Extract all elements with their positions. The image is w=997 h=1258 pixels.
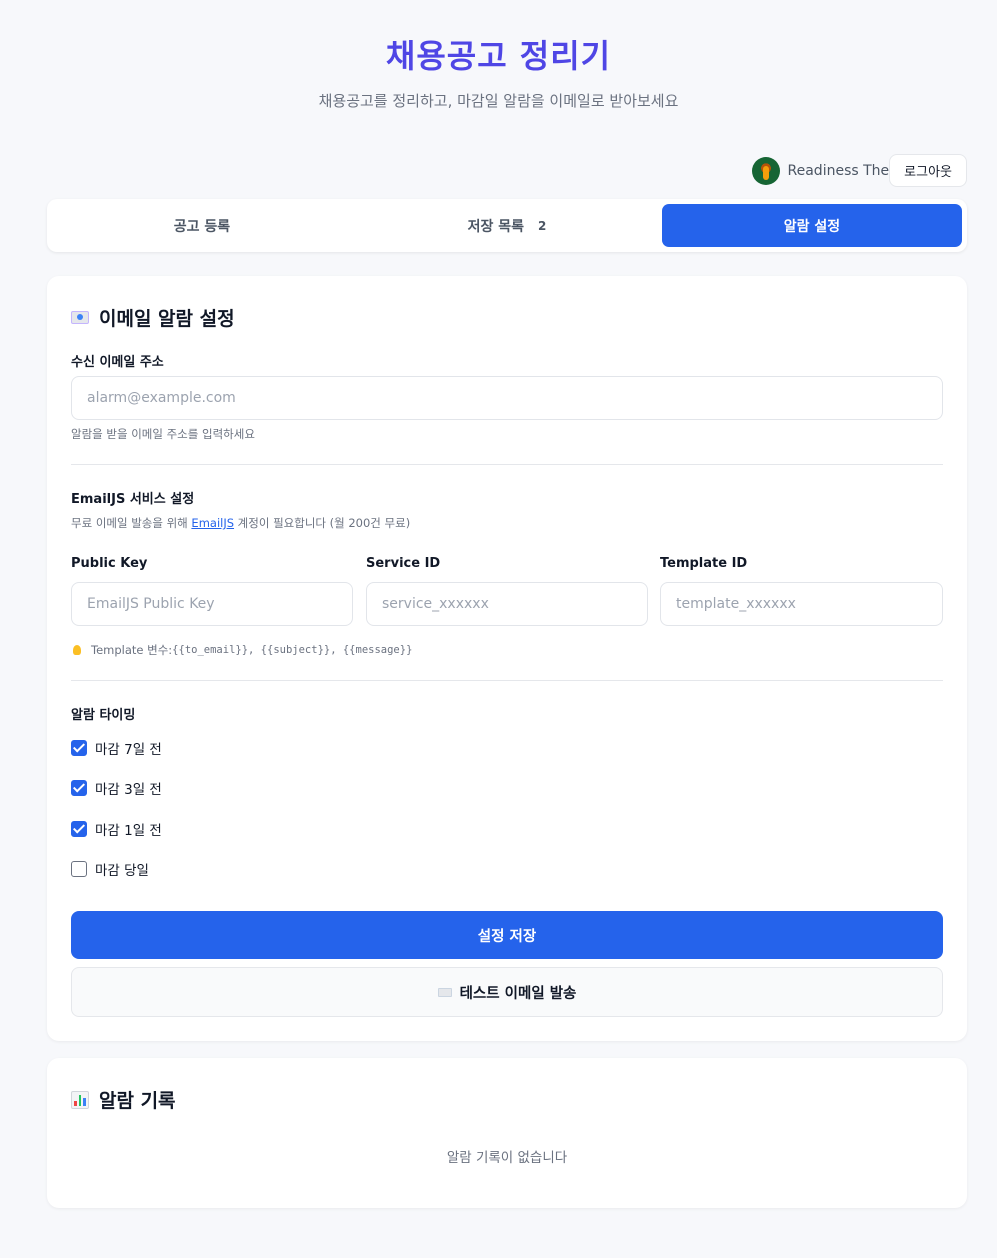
- settings-title-text: 이메일 알람 설정: [99, 308, 235, 330]
- app-header: 채용공고 정리기 채용공고를 정리하고, 마감일 알람을 이메일로 받아보세요: [0, 0, 997, 111]
- public-key-input[interactable]: [71, 582, 353, 626]
- tab-saved-list-label: 저장 목록: [467, 218, 525, 235]
- divider: [71, 464, 943, 465]
- template-vars-label: Template 변수:: [91, 643, 173, 657]
- settings-title: 이메일 알람 설정: [71, 304, 235, 331]
- timing-section-title: 알람 타이밍: [71, 708, 136, 723]
- emailjs-link[interactable]: EmailJS: [191, 516, 234, 530]
- timing-option-sameday[interactable]: 마감 당일: [71, 859, 149, 879]
- app-subtitle: 채용공고를 정리하고, 마감일 알람을 이메일로 받아보세요: [318, 92, 679, 110]
- emailjs-hint: 무료 이메일 발송을 위해 EmailJS 계정이 필요합니다 (월 200건 …: [71, 515, 410, 531]
- timing-option-1day[interactable]: 마감 1일 전: [71, 819, 162, 839]
- timing-option-label: 마감 7일 전: [95, 742, 162, 758]
- template-vars-hint: Template 변수: {{to_email}}, {{subject}}, …: [73, 642, 412, 658]
- save-settings-button[interactable]: 설정 저장: [71, 911, 943, 959]
- emailjs-section-title: EmailJS 서비스 설정: [71, 492, 195, 507]
- service-id-input[interactable]: [366, 582, 648, 626]
- empty-log-message: 알람 기록이 없습니다: [446, 1150, 568, 1166]
- alarm-log-card: 알람 기록 알람 기록이 없습니다: [47, 1058, 967, 1208]
- envelope-icon: [71, 311, 89, 324]
- app-title: 채용공고 정리기: [385, 37, 612, 75]
- tab-saved-list[interactable]: 저장 목록 2: [357, 204, 657, 247]
- checkbox-3days[interactable]: [71, 780, 87, 796]
- send-test-email-button[interactable]: 테스트 이메일 발송: [71, 967, 943, 1017]
- user-bar: Readiness The 로그아웃: [751, 154, 967, 187]
- avatar: [751, 156, 780, 185]
- envelope-icon: [437, 987, 452, 997]
- emailjs-hint-suffix: 계정이 필요합니다 (월 200건 무료): [234, 516, 411, 530]
- tab-alarm-settings-label: 알람 설정: [783, 218, 841, 235]
- public-key-label: Public Key: [71, 556, 148, 571]
- email-alarm-settings-card: 이메일 알람 설정 수신 이메일 주소 알람을 받을 이메일 주소를 입력하세요…: [47, 276, 967, 1041]
- tab-register-label: 공고 등록: [173, 218, 231, 235]
- bar-chart-icon: [71, 1090, 89, 1109]
- template-id-input[interactable]: [660, 582, 943, 626]
- service-id-label: Service ID: [366, 556, 441, 571]
- template-vars-code: {{to_email}}, {{subject}}, {{message}}: [172, 644, 413, 656]
- divider: [71, 680, 943, 681]
- emailjs-hint-prefix: 무료 이메일 발송을 위해: [71, 516, 192, 530]
- timing-option-label: 마감 당일: [95, 863, 149, 879]
- send-test-email-label: 테스트 이메일 발송: [459, 985, 577, 1002]
- tab-register[interactable]: 공고 등록: [52, 204, 352, 247]
- lightbulb-icon: [73, 645, 81, 655]
- logout-button[interactable]: 로그아웃: [889, 154, 967, 187]
- log-title-text: 알람 기록: [99, 1090, 176, 1112]
- template-id-label: Template ID: [660, 556, 748, 571]
- tab-bar: 공고 등록 저장 목록 2 알람 설정: [47, 199, 967, 252]
- user-name: Readiness The: [787, 162, 890, 179]
- checkbox-7days[interactable]: [71, 740, 87, 756]
- email-label: 수신 이메일 주소: [71, 355, 164, 370]
- checkbox-sameday[interactable]: [71, 861, 87, 877]
- timing-option-3days[interactable]: 마감 3일 전: [71, 778, 162, 798]
- email-hint: 알람을 받을 이메일 주소를 입력하세요: [71, 427, 255, 441]
- tab-alarm-settings[interactable]: 알람 설정: [662, 204, 962, 247]
- timing-option-label: 마감 3일 전: [95, 782, 162, 798]
- timing-option-label: 마감 1일 전: [95, 823, 162, 839]
- saved-count-badge: 2: [538, 218, 547, 233]
- timing-option-7days[interactable]: 마감 7일 전: [71, 738, 162, 758]
- email-input[interactable]: [71, 376, 943, 420]
- checkbox-1day[interactable]: [71, 821, 87, 837]
- log-title: 알람 기록: [71, 1086, 176, 1113]
